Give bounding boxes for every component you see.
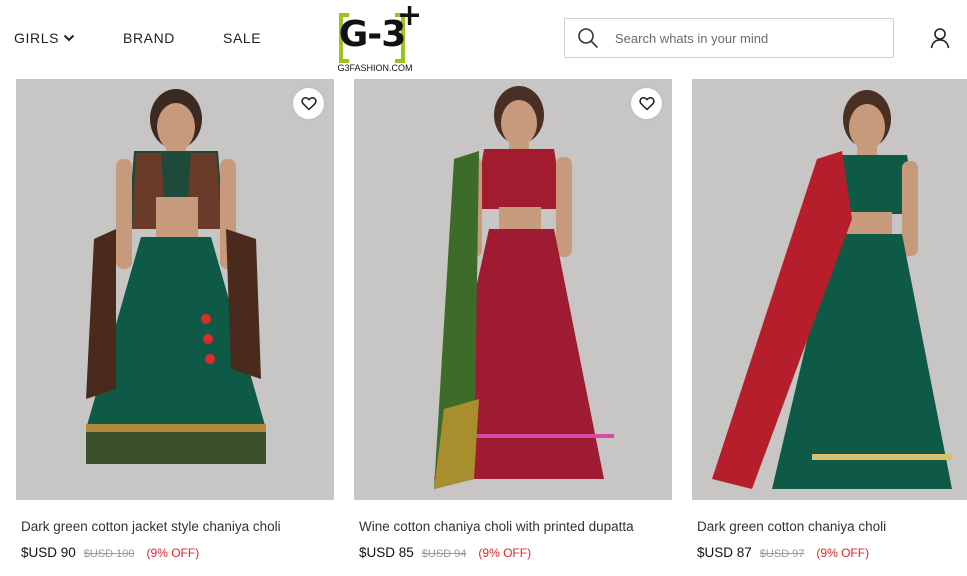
product-mrp: $USD 94 xyxy=(421,548,467,560)
nav-item-label: GIRLS xyxy=(14,30,60,46)
search-input[interactable] xyxy=(615,30,875,46)
product-mrp: $USD 100 xyxy=(83,548,135,560)
product-title[interactable]: Wine cotton chaniya choli with printed d… xyxy=(359,519,672,534)
logo-subtitle: G3FASHION.COM xyxy=(337,63,413,73)
user-icon[interactable] xyxy=(929,27,951,49)
product-prices: $USD 85 $USD 94 (9% OFF) xyxy=(359,545,672,560)
product-prices: $USD 90 $USD 100 (9% OFF) xyxy=(21,545,334,560)
search-bar[interactable] xyxy=(564,18,894,58)
site-logo[interactable]: G-3 + G3FASHION.COM xyxy=(337,0,422,74)
product-mrp: $USD 97 xyxy=(759,548,805,560)
product-image[interactable] xyxy=(16,79,334,500)
nav-item-sale[interactable]: SALE xyxy=(223,30,261,46)
heart-icon xyxy=(300,97,317,111)
heart-icon xyxy=(638,97,655,111)
product-image[interactable] xyxy=(692,79,967,500)
product-price: $USD 85 xyxy=(359,545,414,560)
product-photo xyxy=(692,79,967,500)
chevron-down-icon xyxy=(63,34,75,42)
product-prices: $USD 87 $USD 97 (9% OFF) xyxy=(697,545,967,560)
product-price: $USD 87 xyxy=(697,545,752,560)
product-title[interactable]: Dark green cotton jacket style chaniya c… xyxy=(21,519,334,534)
wishlist-button[interactable] xyxy=(631,88,662,119)
product-discount: (9% OFF) xyxy=(478,546,532,560)
product-discount: (9% OFF) xyxy=(816,546,870,560)
product-image[interactable] xyxy=(354,79,672,500)
site-header: GIRLS BRAND SALE G-3 + G3FASHION.COM xyxy=(0,0,967,78)
product-card[interactable]: Dark green cotton chaniya choli $USD 87 … xyxy=(692,79,967,560)
logo-plus: + xyxy=(397,0,423,33)
product-photo xyxy=(354,79,672,500)
product-discount: (9% OFF) xyxy=(146,546,200,560)
nav-item-brand[interactable]: BRAND xyxy=(123,30,175,46)
nav-item-label: BRAND xyxy=(123,30,176,46)
nav-item-girls[interactable]: GIRLS xyxy=(14,30,75,46)
search-icon[interactable] xyxy=(577,27,599,49)
product-title[interactable]: Dark green cotton chaniya choli xyxy=(697,519,967,534)
product-photo xyxy=(16,79,334,500)
product-card[interactable]: Dark green cotton jacket style chaniya c… xyxy=(16,79,334,560)
main-nav: GIRLS BRAND SALE xyxy=(14,30,261,46)
product-price: $USD 90 xyxy=(21,545,76,560)
product-card[interactable]: Wine cotton chaniya choli with printed d… xyxy=(354,79,672,560)
nav-item-label: SALE xyxy=(223,30,262,46)
wishlist-button[interactable] xyxy=(293,88,324,119)
